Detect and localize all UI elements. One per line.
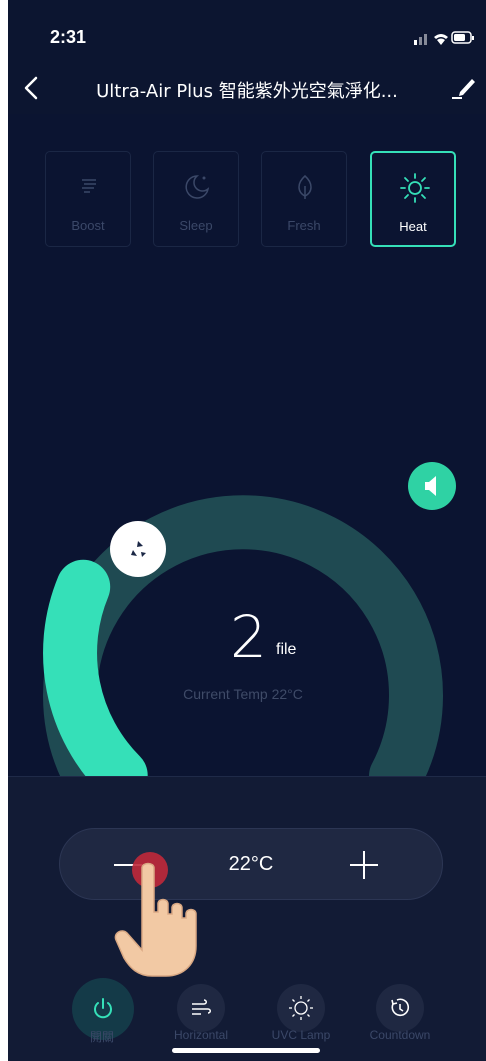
fan-icon xyxy=(131,541,146,557)
speed-unit: file xyxy=(276,641,297,658)
status-time: 2:31 xyxy=(50,27,87,47)
sun-icon xyxy=(400,173,430,203)
countdown-label: Countdown xyxy=(369,1028,431,1042)
mode-label: Heat xyxy=(399,219,427,234)
mode-boost-button[interactable]: Boost xyxy=(45,151,131,247)
dial-knob[interactable] xyxy=(110,521,166,577)
phone-screen: 2:31 Ultra-Air Plus 智能紫外光空氣淨化... Boost S… xyxy=(8,0,486,1061)
leaf-icon xyxy=(298,175,312,199)
signal-icon xyxy=(414,40,417,45)
header-bar: Ultra-Air Plus 智能紫外光空氣淨化... xyxy=(8,62,486,114)
mode-heat-button[interactable]: Heat xyxy=(370,151,456,247)
plus-button[interactable] xyxy=(346,847,382,883)
sound-button[interactable] xyxy=(408,462,456,510)
speed-value: 2 xyxy=(230,603,267,671)
uvc-lamp-label: UVC Lamp xyxy=(271,1028,331,1042)
mode-label: Fresh xyxy=(287,218,321,233)
moon-icon xyxy=(185,175,210,199)
horizontal-label: Horizontal xyxy=(173,1028,229,1042)
power-icon xyxy=(94,998,112,1019)
edit-icon[interactable] xyxy=(448,72,478,102)
current-temp-label: Current Temp 22°C xyxy=(183,686,303,702)
status-icons xyxy=(414,31,474,45)
home-indicator xyxy=(172,1048,320,1053)
wind-icon xyxy=(192,999,211,1015)
mode-label: Boost xyxy=(71,218,105,233)
uv-lamp-icon xyxy=(289,996,313,1020)
power-label: 開關 xyxy=(89,1030,114,1044)
timer-icon xyxy=(391,998,410,1017)
mode-fresh-button[interactable]: Fresh xyxy=(261,151,347,247)
back-icon[interactable] xyxy=(18,74,46,102)
mode-label: Sleep xyxy=(179,218,213,233)
pointing-hand-icon xyxy=(114,862,197,977)
mode-sleep-button[interactable]: Sleep xyxy=(153,151,239,247)
speaker-icon xyxy=(425,476,436,496)
page-title: Ultra-Air Plus 智能紫外光空氣淨化... xyxy=(96,81,398,102)
fan-lines-icon xyxy=(82,179,96,193)
wifi-icon xyxy=(434,34,448,45)
